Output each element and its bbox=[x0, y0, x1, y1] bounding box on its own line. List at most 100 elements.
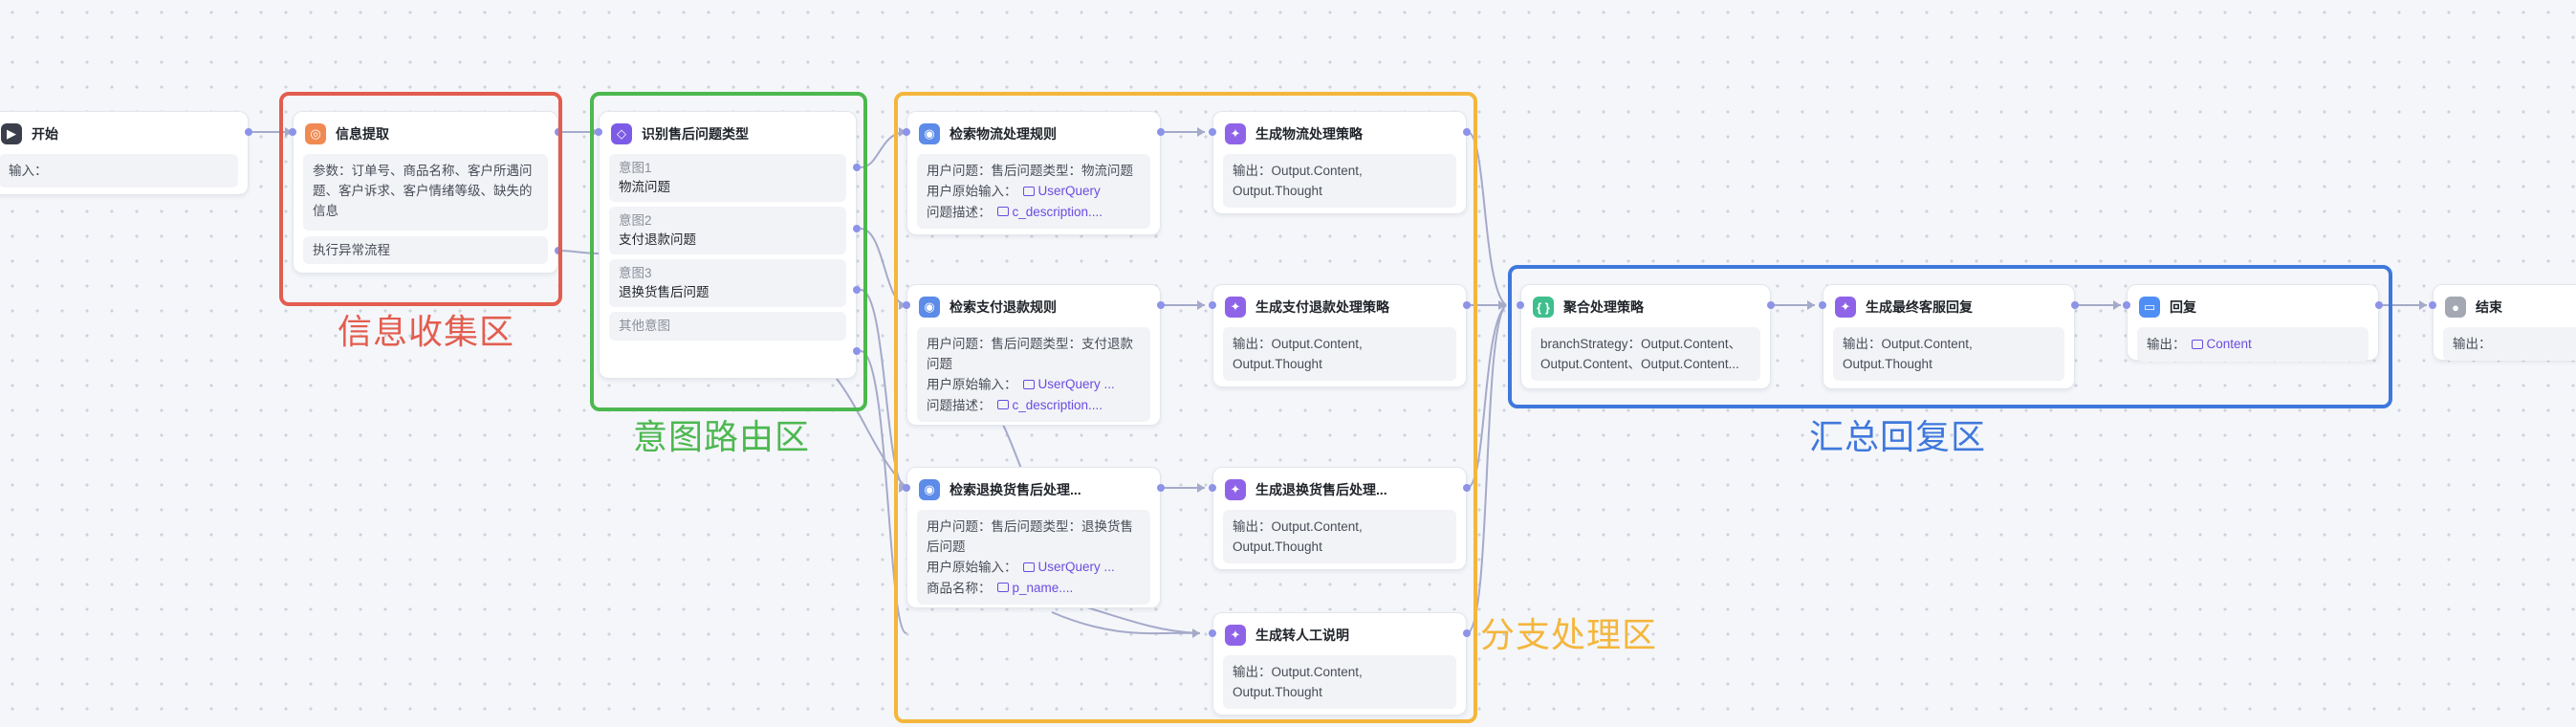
input-port[interactable] bbox=[1819, 301, 1826, 309]
node-output: 输出：Output.Content, Output.Thought bbox=[1223, 154, 1456, 208]
node-output: 输出： Content bbox=[2137, 327, 2369, 362]
input-port[interactable] bbox=[1209, 301, 1216, 309]
gen-logistics-node[interactable]: ✦ 生成物流处理策略 输出：Output.Content, Output.Tho… bbox=[1212, 111, 1467, 214]
output-port[interactable] bbox=[1463, 301, 1471, 309]
variable-tag: UserQuery ... bbox=[1022, 374, 1115, 394]
edge bbox=[1467, 304, 1507, 489]
output-port[interactable] bbox=[1767, 301, 1775, 309]
intent-key: 意图3 bbox=[619, 266, 652, 280]
output-port[interactable] bbox=[2375, 301, 2383, 309]
node-params: 用户问题：售后问题类型：支付退款问题 用户原始输入： UserQuery ... … bbox=[917, 327, 1150, 422]
gen-refund-node[interactable]: ✦ 生成支付退款处理策略 输出：Output.Content, Output.T… bbox=[1212, 284, 1467, 387]
kb-return-node[interactable]: ◉ 检索退换货售后处理... 用户问题：售后问题类型：退换货售后问题 用户原始输… bbox=[906, 467, 1161, 608]
final-reply-node[interactable]: ✦ 生成最终客服回复 输出：Output.Content, Output.Tho… bbox=[1823, 284, 2075, 389]
edge-arrow bbox=[1197, 300, 1205, 310]
edge-arrow bbox=[1197, 127, 1205, 137]
intent-key: 意图1 bbox=[619, 161, 652, 175]
node-title: 信息提取 bbox=[336, 126, 389, 142]
node-title: 识别售后问题类型 bbox=[642, 126, 749, 142]
variable-tag: UserQuery bbox=[1022, 181, 1101, 201]
node-output: 输出：Output.Content, Output.Thought bbox=[1833, 327, 2064, 381]
gen-handoff-node[interactable]: ✦ 生成转人工说明 输出：Output.Content, Output.Thou… bbox=[1212, 612, 1467, 716]
start-node[interactable]: ▶ 开始 输入： bbox=[0, 111, 249, 195]
extract-node[interactable]: ◎ 信息提取 参数：订单号、商品名称、客户所遇问题、客户诉求、客户情绪等级、缺失… bbox=[293, 111, 558, 274]
intent-item: 意图3 退换货售后问题 bbox=[609, 259, 846, 307]
node-output: 输出：Output.Content, Output.Thought bbox=[1223, 655, 1456, 709]
node-title: 生成最终客服回复 bbox=[1866, 299, 1973, 315]
variable-tag: c_description.... bbox=[996, 395, 1102, 415]
edge-arrow bbox=[1192, 628, 1200, 638]
intent-other: 其他意图 bbox=[609, 312, 846, 341]
output-port[interactable] bbox=[1463, 484, 1471, 492]
classify-node[interactable]: ◇ 识别售后问题类型 意图1 物流问题 意图2 支付退款问题 意图3 退换货售后… bbox=[599, 111, 857, 379]
kb-refund-node[interactable]: ◉ 检索支付退款规则 用户问题：售后问题类型：支付退款问题 用户原始输入： Use… bbox=[906, 284, 1161, 426]
exception-text: 执行异常流程 bbox=[303, 236, 548, 264]
intent-key: 意图2 bbox=[619, 213, 652, 228]
variable-tag: UserQuery ... bbox=[1022, 557, 1115, 577]
edge-arrow bbox=[1807, 300, 1815, 310]
node-title: 检索支付退款规则 bbox=[950, 299, 1057, 315]
edge-arrow bbox=[1197, 483, 1205, 493]
output-port[interactable] bbox=[2071, 301, 2079, 309]
node-title: 检索物流处理规则 bbox=[950, 126, 1057, 142]
intent-port[interactable] bbox=[853, 286, 861, 294]
edge bbox=[1467, 304, 1507, 634]
edge-arrow bbox=[2419, 300, 2427, 310]
variable-tag: c_description.... bbox=[996, 202, 1102, 222]
node-title: 生成转人工说明 bbox=[1255, 628, 1349, 643]
region-label-collect: 信息收集区 bbox=[338, 312, 515, 351]
end-node[interactable]: ● 结束 输出： bbox=[2433, 284, 2576, 361]
input-port[interactable] bbox=[903, 484, 910, 492]
output-port[interactable] bbox=[1463, 128, 1471, 136]
aggregate-node[interactable]: { } 聚合处理策略 branchStrategy：Output.Content… bbox=[1520, 284, 1771, 389]
input-port[interactable] bbox=[595, 128, 602, 136]
intent-port[interactable] bbox=[853, 225, 861, 232]
input-port[interactable] bbox=[903, 128, 910, 136]
output-port[interactable] bbox=[555, 128, 562, 136]
output-port[interactable] bbox=[1157, 484, 1165, 492]
message-icon: ▭ bbox=[2139, 297, 2160, 318]
edge bbox=[860, 131, 907, 168]
input-port[interactable] bbox=[903, 301, 910, 309]
input-port[interactable] bbox=[1209, 629, 1216, 637]
input-port[interactable] bbox=[1517, 301, 1524, 309]
edge bbox=[1051, 611, 1201, 635]
intent-value: 支付退款问题 bbox=[619, 232, 696, 247]
intent-value: 退换货售后问题 bbox=[619, 285, 709, 299]
input-port[interactable] bbox=[2429, 301, 2436, 309]
output-port[interactable] bbox=[1157, 301, 1165, 309]
input-port[interactable] bbox=[289, 128, 296, 136]
input-port[interactable] bbox=[1209, 128, 1216, 136]
variable-tag: Content bbox=[2191, 334, 2252, 354]
input-port[interactable] bbox=[2123, 301, 2130, 309]
start-icon: ▶ bbox=[1, 123, 22, 144]
kb-logistics-node[interactable]: ◉ 检索物流处理规则 用户问题：售后问题类型：物流问题 用户原始输入： UserQ… bbox=[906, 111, 1161, 235]
llm-icon: ✦ bbox=[1225, 297, 1246, 318]
edge bbox=[821, 361, 907, 489]
node-title: 回复 bbox=[2170, 299, 2196, 315]
node-title: 开始 bbox=[32, 126, 58, 142]
edge bbox=[860, 350, 907, 634]
node-title: 生成支付退款处理策略 bbox=[1255, 299, 1389, 315]
intent-port[interactable] bbox=[853, 347, 861, 355]
node-input: 输入： bbox=[0, 154, 238, 187]
variable-tag: p_name.... bbox=[996, 578, 1073, 598]
end-icon: ● bbox=[2445, 297, 2466, 318]
llm-icon: ✦ bbox=[1225, 479, 1246, 500]
extract-icon: ◎ bbox=[305, 123, 326, 144]
exception-port[interactable] bbox=[555, 247, 562, 254]
output-port[interactable] bbox=[245, 128, 252, 136]
node-output: 输出：Output.Content, Output.Thought bbox=[1223, 510, 1456, 563]
node-title: 结束 bbox=[2476, 299, 2502, 315]
reply-node[interactable]: ▭ 回复 输出： Content bbox=[2127, 284, 2379, 362]
output-port[interactable] bbox=[1463, 629, 1471, 637]
intent-value: 物流问题 bbox=[619, 180, 670, 194]
node-title: 生成物流处理策略 bbox=[1255, 126, 1363, 142]
edge bbox=[860, 228, 907, 306]
intent-port[interactable] bbox=[853, 164, 861, 171]
params-text: 参数：订单号、商品名称、客户所遇问题、客户诉求、客户情绪等级、缺失的信息 bbox=[303, 154, 548, 231]
edge-arrow bbox=[2113, 300, 2121, 310]
gen-return-node[interactable]: ✦ 生成退换货售后处理... 输出：Output.Content, Output… bbox=[1212, 467, 1467, 570]
output-port[interactable] bbox=[1157, 128, 1165, 136]
input-port[interactable] bbox=[1209, 484, 1216, 492]
